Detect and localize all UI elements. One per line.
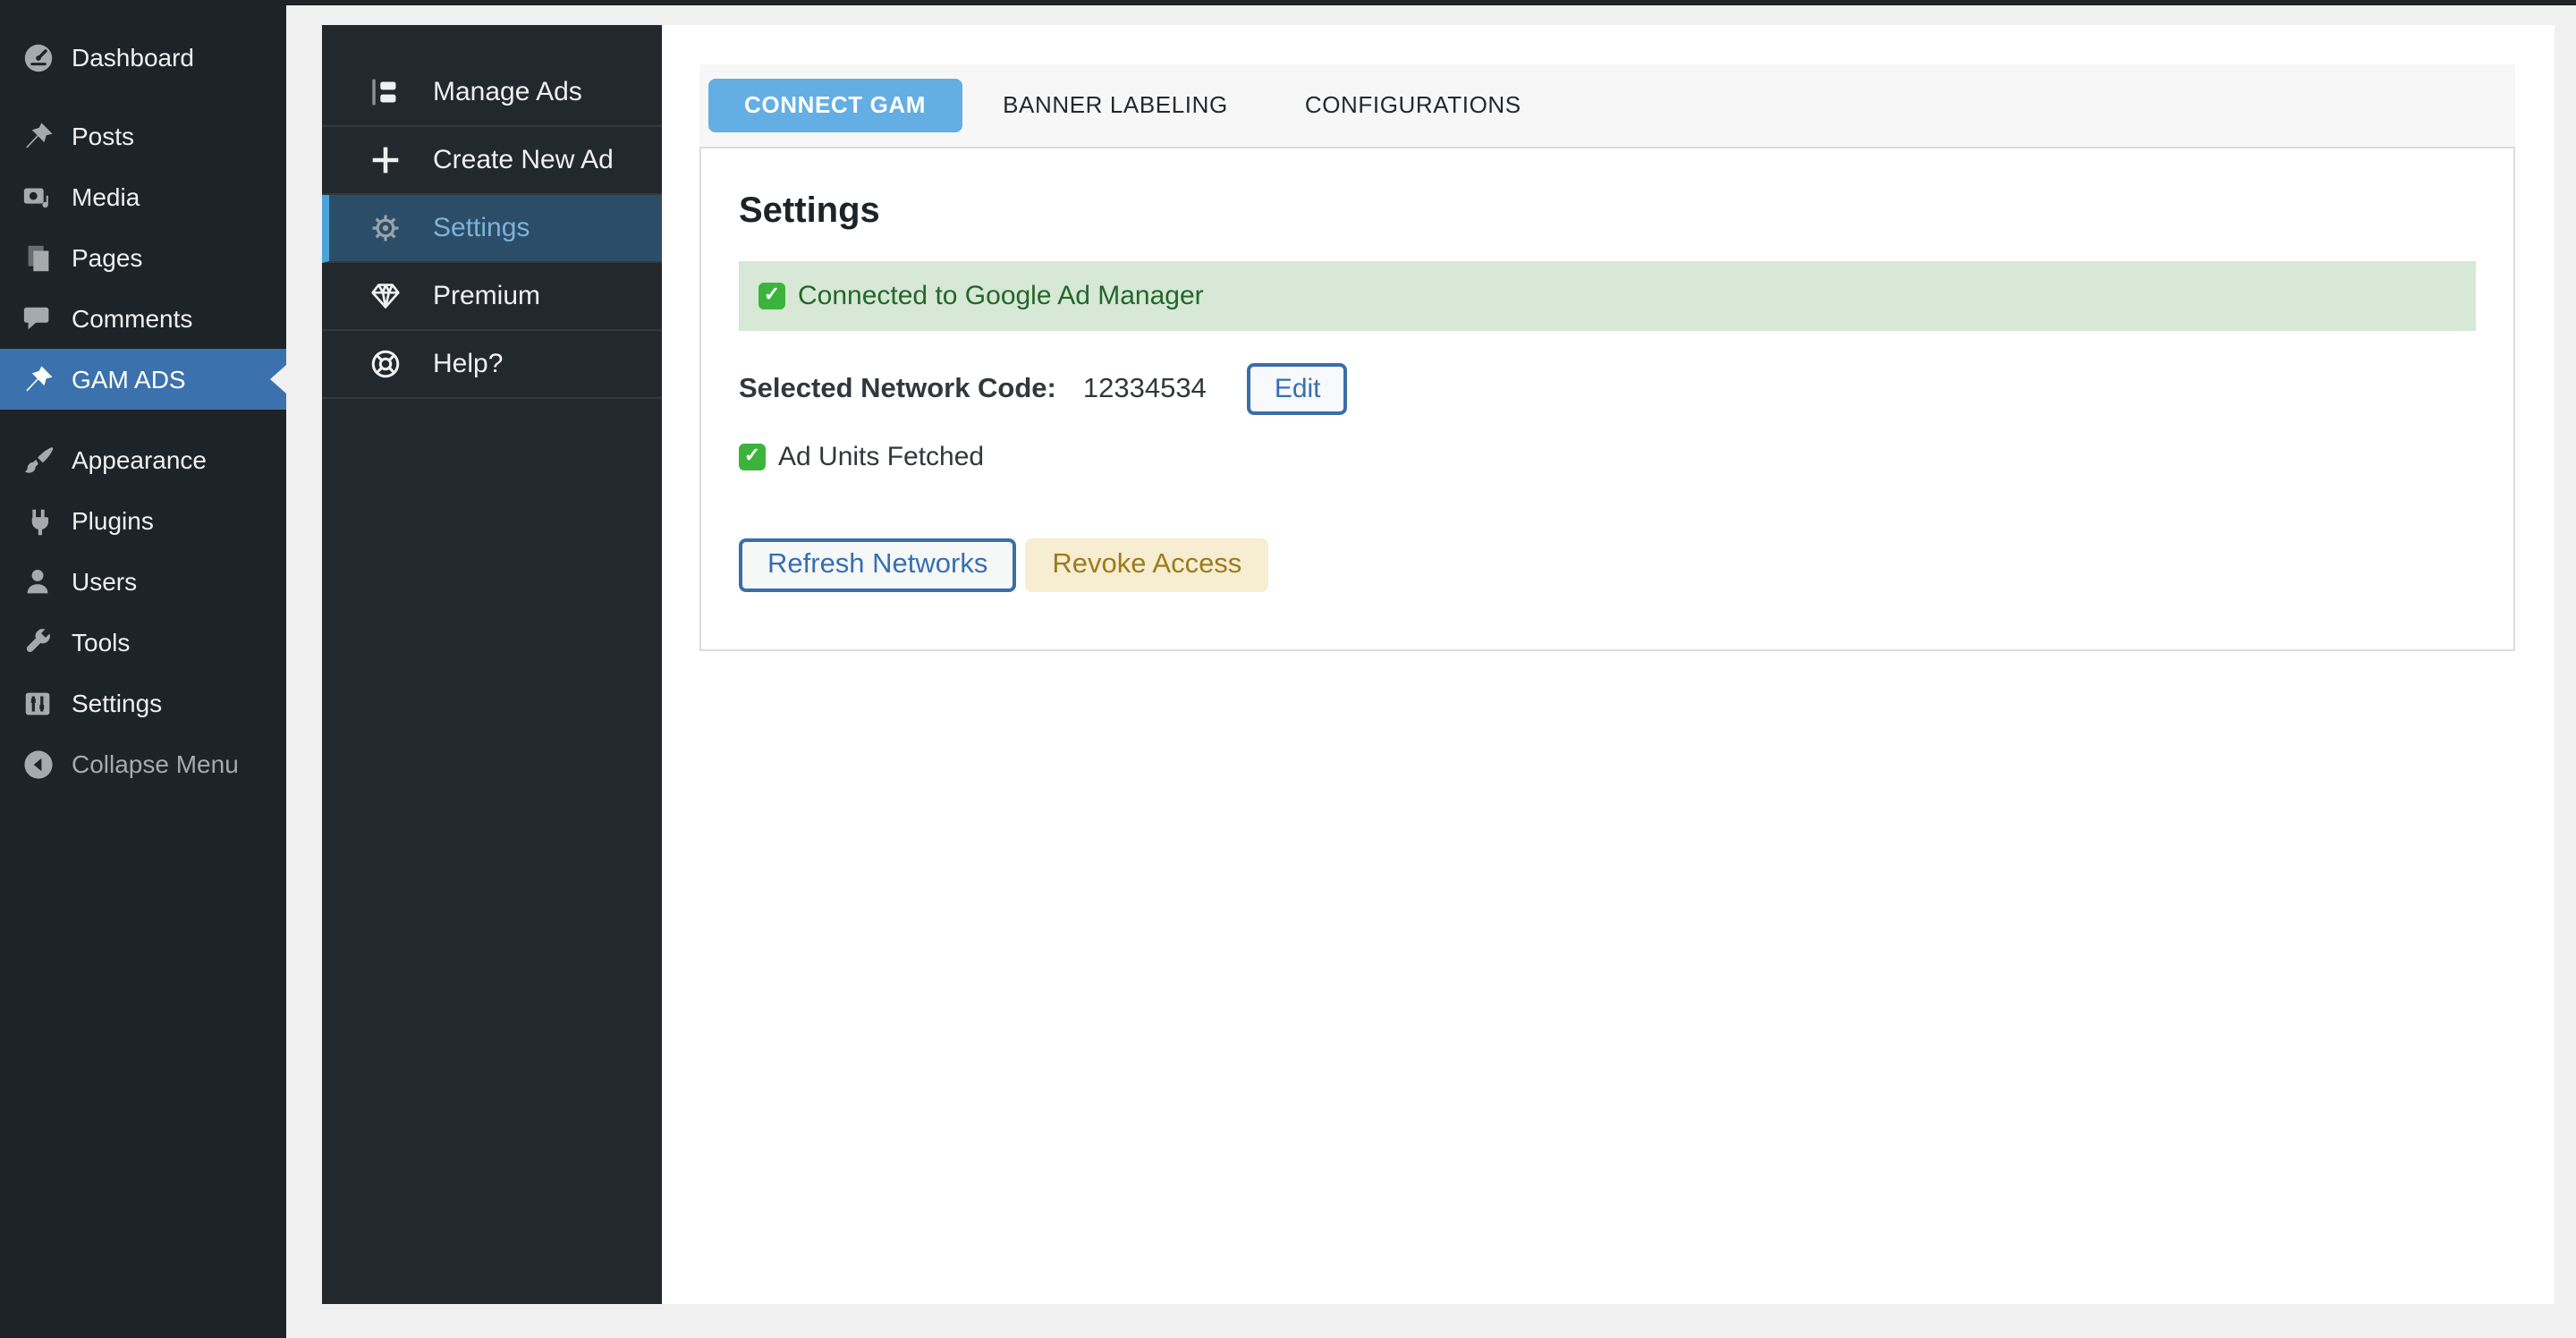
sidebar-item-label: GAM ADS	[72, 365, 186, 394]
plugin-nav-settings[interactable]: Settings	[322, 195, 662, 263]
network-code-row: Selected Network Code: 12334534 Edit	[739, 363, 2476, 415]
collapse-menu-button[interactable]: Collapse Menu	[0, 733, 286, 794]
ad-units-status-row: Ad Units Fetched	[739, 442, 2476, 472]
sidebar-item-label: Dashboard	[72, 43, 194, 72]
sidebar-item-label: Users	[72, 567, 137, 596]
ad-units-status-text: Ad Units Fetched	[778, 442, 984, 472]
sidebar-item-label: Posts	[72, 122, 134, 150]
tab-banner-labeling[interactable]: BANNER LABELING	[967, 79, 1264, 132]
brush-icon	[21, 443, 55, 477]
plugin-sidebar: Manage Ads Create New Ad Settings Premiu…	[322, 25, 662, 1304]
pages-icon	[21, 241, 55, 275]
network-code-label: Selected Network Code:	[739, 373, 1056, 405]
check-icon	[739, 444, 766, 470]
sidebar-item-label: Media	[72, 182, 140, 211]
pushpin-icon	[21, 362, 55, 396]
list-icon	[367, 73, 404, 111]
plugin-nav-label: Help?	[433, 349, 503, 379]
page-title: Settings	[739, 191, 2476, 233]
sidebar-item-plugins[interactable]: Plugins	[0, 490, 286, 551]
actions-row: Refresh Networks Revoke Access	[739, 538, 2476, 592]
sidebar-item-dashboard[interactable]: Dashboard	[0, 27, 286, 88]
sidebar-item-label: Appearance	[72, 445, 207, 474]
plugin-nav-manage-ads[interactable]: Manage Ads	[322, 59, 662, 127]
media-icon	[21, 180, 55, 214]
settings-card: Settings Connected to Google Ad Manager …	[699, 147, 2515, 651]
tab-configurations[interactable]: CONFIGURATIONS	[1269, 79, 1557, 132]
plugin-main-area: CONNECT GAM BANNER LABELING CONFIGURATIO…	[662, 25, 2555, 1304]
connection-status-text: Connected to Google Ad Manager	[798, 281, 1204, 311]
plugin-nav-label: Create New Ad	[433, 145, 614, 175]
collapse-icon	[21, 747, 55, 781]
wp-admin-sidebar: Dashboard Posts Media Pages Comments	[0, 0, 286, 1338]
admin-bar-strip	[0, 0, 2576, 5]
plus-icon	[367, 141, 404, 179]
lifebuoy-icon	[367, 345, 404, 383]
tab-connect-gam[interactable]: CONNECT GAM	[708, 79, 962, 132]
pushpin-icon	[21, 119, 55, 153]
plug-icon	[21, 504, 55, 538]
sidebar-item-comments[interactable]: Comments	[0, 288, 286, 349]
sidebar-item-label: Collapse Menu	[72, 749, 239, 778]
edit-button[interactable]: Edit	[1248, 363, 1348, 415]
sidebar-item-label: Comments	[72, 304, 192, 333]
sidebar-item-posts[interactable]: Posts	[0, 106, 286, 166]
dashboard-icon	[21, 40, 55, 74]
sidebar-item-label: Plugins	[72, 506, 154, 535]
sidebar-separator	[0, 88, 286, 106]
plugin-nav-help[interactable]: Help?	[322, 331, 662, 399]
plugin-nav-label: Manage Ads	[433, 77, 582, 107]
sidebar-separator	[0, 410, 286, 429]
gam-ads-plugin-app: Manage Ads Create New Ad Settings Premiu…	[322, 25, 2555, 1304]
sidebar-item-appearance[interactable]: Appearance	[0, 429, 286, 490]
sidebar-item-pages[interactable]: Pages	[0, 227, 286, 288]
check-icon	[758, 283, 785, 309]
plugin-nav-premium[interactable]: Premium	[322, 263, 662, 331]
refresh-networks-button[interactable]: Refresh Networks	[739, 538, 1016, 592]
network-code-value: 12334534	[1083, 373, 1207, 405]
sidebar-item-label: Pages	[72, 243, 142, 272]
sidebar-item-label: Tools	[72, 628, 130, 656]
gear-icon	[367, 209, 404, 247]
sidebar-item-gam-ads[interactable]: GAM ADS	[0, 349, 286, 410]
comment-icon	[21, 301, 55, 335]
user-icon	[21, 564, 55, 598]
sidebar-item-label: Settings	[72, 689, 162, 717]
sliders-icon	[21, 686, 55, 720]
page: Dashboard Posts Media Pages Comments	[0, 0, 2576, 1338]
sidebar-item-tools[interactable]: Tools	[0, 612, 286, 673]
connection-status-banner: Connected to Google Ad Manager	[739, 261, 2476, 331]
revoke-access-button[interactable]: Revoke Access	[1025, 538, 1268, 592]
plugin-nav-create-new-ad[interactable]: Create New Ad	[322, 127, 662, 195]
tab-bar: CONNECT GAM BANNER LABELING CONFIGURATIO…	[699, 64, 2515, 147]
sidebar-item-users[interactable]: Users	[0, 551, 286, 612]
diamond-icon	[367, 277, 404, 315]
sidebar-item-settings[interactable]: Settings	[0, 673, 286, 733]
wrench-icon	[21, 625, 55, 659]
plugin-nav-label: Settings	[433, 213, 530, 243]
plugin-nav-label: Premium	[433, 281, 540, 311]
sidebar-item-media[interactable]: Media	[0, 166, 286, 227]
